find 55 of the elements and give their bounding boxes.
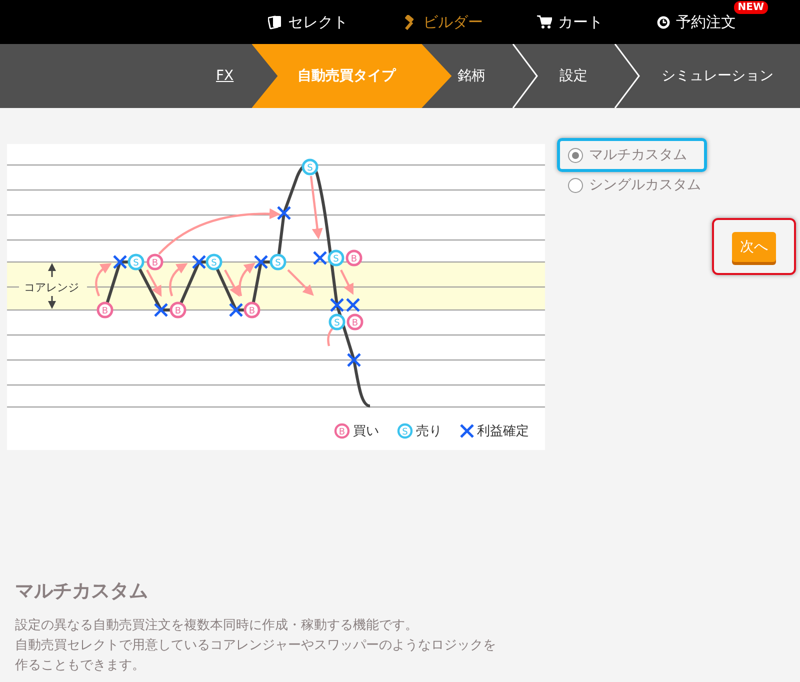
buy-marker: B (346, 314, 364, 330)
sell-marker: S (270, 254, 286, 270)
move-arrow (238, 262, 256, 296)
buy-marker: B (170, 302, 186, 318)
core-range-arrow (48, 263, 56, 309)
profit-cross-icon (312, 250, 328, 266)
profit-cross-icon (112, 254, 128, 270)
radio-button[interactable] (568, 178, 583, 192)
buy-marker: B (244, 302, 260, 318)
sell-marker: S (206, 254, 222, 270)
profit-cross-icon (192, 254, 206, 270)
breadcrumb-link[interactable]: FX (214, 66, 236, 86)
step-tab[interactable]: シミュレーション (640, 44, 800, 108)
description-text: 設定の異なる自動売買注文を複数本同時に作成・稼動する機能です。 自動売買セレクトで用意しているコアレンジャーやスワッパーのようなロジックを 作ることもできます。 (15, 617, 497, 675)
nav-link[interactable]: 予約注文 (657, 12, 736, 32)
move-arrow (287, 269, 314, 296)
cart-icon (537, 15, 552, 29)
section-title: マルチカスタム (15, 579, 149, 604)
profit-cross-icon (276, 206, 292, 220)
chevron-divider (614, 44, 640, 108)
buy-marker: B (96, 302, 114, 318)
move-arrow (146, 269, 162, 297)
cards-icon (268, 14, 282, 30)
profit-cross-icon (154, 302, 168, 318)
profit-cross-icon (330, 298, 344, 312)
legend-label: 売り (416, 423, 442, 440)
move-arrow (224, 269, 240, 297)
move-arrow (95, 262, 112, 296)
clock-icon (657, 16, 670, 28)
sell-marker: S (328, 314, 346, 330)
buy-marker: B (146, 254, 164, 270)
nav-link[interactable]: カート (537, 12, 603, 32)
new-badge: NEW (734, 0, 768, 14)
nav-link[interactable]: セレクト (268, 12, 348, 32)
nav-link[interactable]: ビルダー (402, 12, 483, 32)
legend-label: 利益確定 (477, 423, 529, 440)
move-arrow (310, 176, 323, 240)
move-arrow (340, 270, 354, 295)
buy-marker: B (346, 250, 362, 266)
cross-icon (460, 424, 474, 438)
sell-marker: S (302, 158, 318, 176)
profit-cross-icon (254, 254, 268, 270)
buy-marker-icon: B (334, 423, 350, 439)
profit-cross-icon (346, 298, 360, 312)
legend-label: 買い (353, 423, 379, 440)
step-tab[interactable]: 設定 (538, 44, 614, 108)
profit-cross-icon (346, 352, 362, 368)
radio-button[interactable] (568, 148, 583, 162)
move-arrow (169, 262, 188, 296)
sell-marker: S (128, 254, 144, 270)
sell-marker: S (328, 250, 344, 266)
chevron-divider (512, 44, 538, 108)
sell-marker-icon: S (397, 423, 413, 439)
core-range-label: コアレンジ (24, 281, 79, 294)
profit-cross-icon (228, 302, 244, 318)
